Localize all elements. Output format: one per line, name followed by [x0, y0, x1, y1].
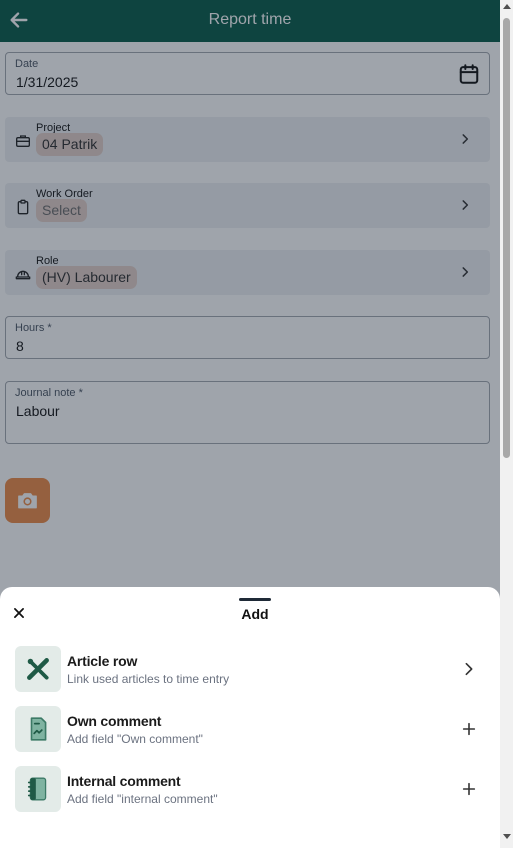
- option-subtitle: Add field "internal comment": [67, 792, 218, 806]
- sheet-handle[interactable]: [239, 598, 271, 601]
- plus-icon[interactable]: [461, 721, 477, 737]
- scrollbar-thumb[interactable]: [503, 18, 510, 458]
- option-internal-comment[interactable]: Internal comment Add field "internal com…: [15, 766, 485, 812]
- option-subtitle: Link used articles to time entry: [67, 672, 230, 686]
- option-icon-tile: [15, 646, 61, 692]
- vertical-scrollbar[interactable]: [500, 0, 513, 848]
- option-icon-tile: [15, 766, 61, 812]
- scroll-up-arrow-icon[interactable]: [503, 4, 511, 9]
- option-title: Article row: [67, 653, 138, 669]
- plus-icon[interactable]: [461, 781, 477, 797]
- tools-icon: [27, 658, 49, 680]
- option-icon-tile: [15, 706, 61, 752]
- chevron-right-icon[interactable]: [461, 661, 477, 677]
- option-title: Own comment: [67, 713, 162, 729]
- option-own-comment[interactable]: Own comment Add field "Own comment": [15, 706, 485, 752]
- option-subtitle: Add field "Own comment": [67, 732, 203, 746]
- option-article-row[interactable]: Article row Link used articles to time e…: [15, 646, 485, 692]
- sheet-title: Add: [241, 606, 269, 622]
- add-bottom-sheet: Add Article row Link used articles to ti…: [0, 587, 500, 848]
- notebook-icon: [27, 777, 47, 801]
- option-title: Internal comment: [67, 773, 181, 789]
- scroll-down-arrow-icon[interactable]: [503, 834, 511, 839]
- document-icon: [30, 717, 47, 741]
